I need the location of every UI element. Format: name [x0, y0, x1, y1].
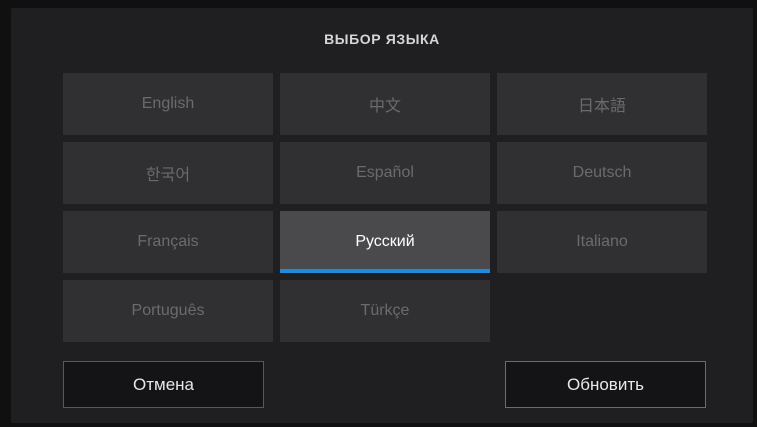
- language-option-french[interactable]: Français: [63, 211, 273, 273]
- language-select-dialog: ВЫБОР ЯЗЫКА English 中文 日本語 한국어 Español D…: [11, 8, 753, 423]
- language-option-chinese[interactable]: 中文: [280, 73, 490, 135]
- dialog-title: ВЫБОР ЯЗЫКА: [324, 31, 440, 47]
- language-option-spanish[interactable]: Español: [280, 142, 490, 204]
- language-option-turkish[interactable]: Türkçe: [280, 280, 490, 342]
- language-option-italian[interactable]: Italiano: [497, 211, 707, 273]
- language-grid: English 中文 日本語 한국어 Español Deutsch Franç…: [63, 73, 707, 343]
- language-option-english[interactable]: English: [63, 73, 273, 135]
- update-button[interactable]: Обновить: [505, 361, 706, 408]
- language-option-russian[interactable]: Русский: [280, 211, 490, 273]
- language-option-german[interactable]: Deutsch: [497, 142, 707, 204]
- language-option-portuguese[interactable]: Português: [63, 280, 273, 342]
- language-option-korean[interactable]: 한국어: [63, 142, 273, 204]
- language-option-japanese[interactable]: 日本語: [497, 73, 707, 135]
- cancel-button[interactable]: Отмена: [63, 361, 264, 408]
